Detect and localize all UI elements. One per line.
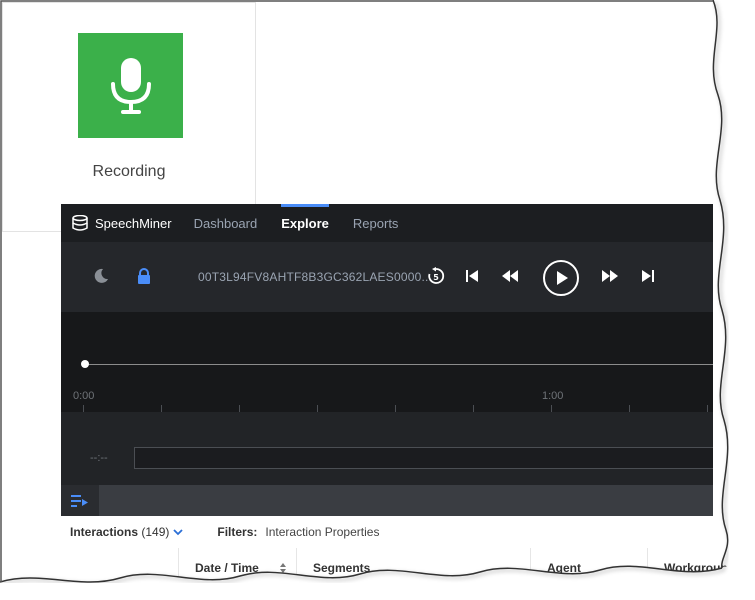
skip-previous-icon[interactable] [465, 269, 479, 283]
queue-button[interactable] [61, 485, 99, 516]
tick [161, 405, 162, 412]
recording-tile[interactable]: Recording [2, 2, 256, 232]
column-header-date-time[interactable]: Date / Time [178, 548, 296, 588]
segment-row: --:-- [61, 412, 713, 486]
fast-forward-icon[interactable] [601, 269, 619, 283]
column-header-agent[interactable]: Agent [530, 548, 647, 588]
speechminer-app: SpeechMiner Dashboard Explore Reports 00… [61, 204, 713, 514]
nav-dashboard[interactable]: Dashboard [194, 204, 258, 242]
tick [395, 405, 396, 412]
playlist-play-icon [71, 494, 88, 507]
timeline-track[interactable] [85, 364, 713, 365]
tick [707, 405, 708, 412]
segment-bar[interactable] [134, 447, 713, 469]
filters-value[interactable]: Interaction Properties [265, 525, 379, 539]
filters-label: Filters: [217, 525, 258, 539]
tick [317, 405, 318, 412]
player-bar: 00T3L94FV8AHTF8B3GC362LAES0000... 5 [61, 242, 713, 312]
recording-tile-icon[interactable] [78, 33, 183, 138]
tick [239, 405, 240, 412]
interactions-label: Interactions [70, 525, 139, 539]
filter-bar: Interactions (149) Filters: Interaction … [61, 516, 713, 549]
skip-next-icon[interactable] [641, 269, 655, 283]
table-header: Date / Time Segments Agent Workgroup [61, 548, 728, 588]
nav-explore[interactable]: Explore [281, 204, 329, 242]
segment-time: --:-- [90, 452, 108, 464]
interactions-count: (149) [141, 525, 170, 539]
database-icon [72, 215, 88, 231]
rewind-icon[interactable] [501, 269, 519, 283]
column-header-select[interactable] [61, 548, 178, 588]
tick [551, 405, 552, 412]
interactions-dropdown[interactable]: Interactions (149) [70, 525, 184, 539]
tick [83, 405, 84, 412]
lock-icon[interactable] [137, 268, 151, 284]
chevron-down-icon [173, 529, 184, 536]
play-icon [543, 260, 579, 296]
play-button[interactable] [542, 259, 580, 297]
microphone-icon [110, 57, 151, 114]
recording-tile-label: Recording [92, 163, 166, 180]
column-header-workgroup[interactable]: Workgroup [647, 548, 728, 588]
tick [473, 405, 474, 412]
interaction-id: 00T3L94FV8AHTF8B3GC362LAES0000... [198, 270, 433, 284]
brand[interactable]: SpeechMiner [71, 215, 172, 231]
replay-5-icon[interactable]: 5 [427, 267, 445, 285]
moon-icon[interactable] [93, 268, 109, 284]
toolbar [61, 485, 713, 516]
nav-reports[interactable]: Reports [353, 204, 399, 242]
column-header-date-time-label: Date / Time [195, 561, 259, 575]
column-header-segments[interactable]: Segments [296, 548, 530, 588]
top-nav: SpeechMiner Dashboard Explore Reports [61, 204, 713, 242]
sort-icon [279, 563, 286, 573]
playhead-handle[interactable] [81, 360, 89, 368]
tick-label-start: 0:00 [73, 390, 95, 402]
timeline[interactable]: 0:00 1:00 [61, 312, 713, 412]
svg-text:5: 5 [433, 273, 439, 282]
tick [629, 405, 630, 412]
tick-label-minute: 1:00 [542, 390, 564, 402]
brand-name: SpeechMiner [95, 215, 172, 231]
